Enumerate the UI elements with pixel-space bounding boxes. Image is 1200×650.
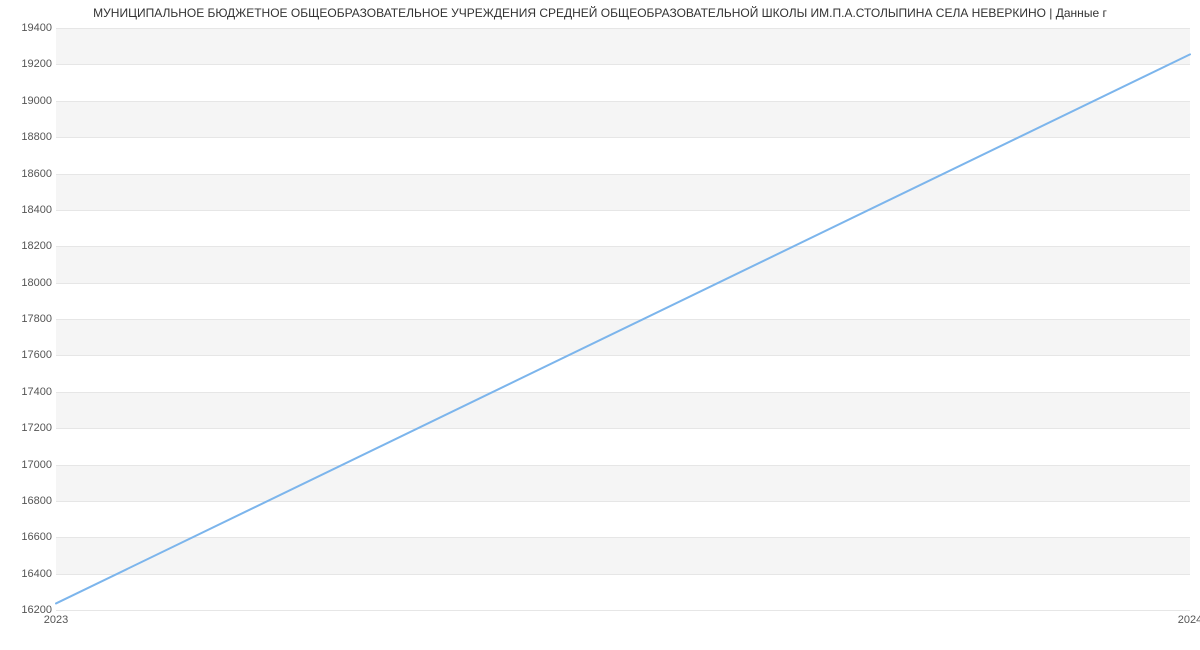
y-tick-label: 16600 — [21, 531, 52, 543]
y-tick-label: 19000 — [21, 95, 52, 107]
y-tick-label: 18200 — [21, 240, 52, 252]
y-tick-label: 19400 — [21, 22, 52, 34]
y-tick-label: 16800 — [21, 495, 52, 507]
chart-title: МУНИЦИПАЛЬНОЕ БЮДЖЕТНОЕ ОБЩЕОБРАЗОВАТЕЛЬ… — [0, 6, 1200, 20]
chart-svg — [56, 28, 1190, 610]
y-tick-label: 17800 — [21, 313, 52, 325]
grid-line — [56, 610, 1190, 611]
y-tick-label: 16400 — [21, 568, 52, 580]
y-tick-label: 17200 — [21, 422, 52, 434]
plot-area — [56, 28, 1190, 610]
x-tick-label: 2024 — [1178, 614, 1200, 626]
y-tick-label: 18800 — [21, 131, 52, 143]
y-tick-label: 19200 — [21, 58, 52, 70]
series-line — [56, 54, 1190, 603]
chart-container: МУНИЦИПАЛЬНОЕ БЮДЖЕТНОЕ ОБЩЕОБРАЗОВАТЕЛЬ… — [0, 0, 1200, 650]
y-tick-label: 17000 — [21, 459, 52, 471]
y-tick-label: 18000 — [21, 277, 52, 289]
x-tick-label: 2023 — [44, 614, 68, 626]
y-tick-label: 17600 — [21, 349, 52, 361]
y-tick-label: 17400 — [21, 386, 52, 398]
y-tick-label: 18400 — [21, 204, 52, 216]
y-tick-label: 18600 — [21, 168, 52, 180]
